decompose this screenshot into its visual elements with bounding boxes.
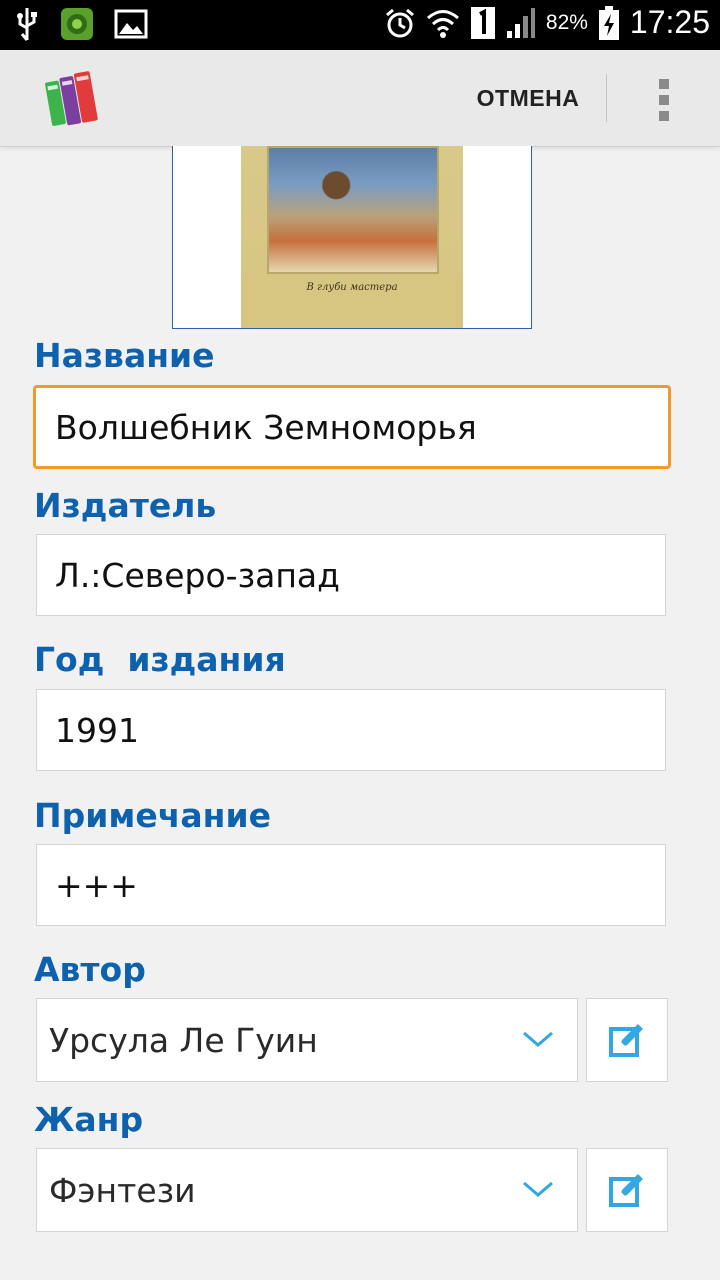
battery-charging-icon <box>598 5 620 41</box>
cover-illustration <box>267 146 439 274</box>
edit-author-button[interactable] <box>586 998 668 1082</box>
action-bar-divider <box>606 74 607 122</box>
title-label: Название <box>34 336 215 375</box>
overflow-menu-icon[interactable] <box>636 72 692 128</box>
genre-dropdown[interactable]: Фэнтези <box>36 1148 578 1232</box>
publisher-label: Издатель <box>34 486 217 525</box>
clock: 17:25 <box>629 4 710 40</box>
edit-genre-button[interactable] <box>586 1148 668 1232</box>
book-cover-image: В глуби мастера <box>241 146 463 328</box>
year-label: Год издания <box>34 640 286 679</box>
signal-icon <box>506 7 536 39</box>
genre-label: Жанр <box>34 1100 144 1139</box>
author-label: Автор <box>34 950 146 989</box>
note-field[interactable]: +++ <box>36 844 666 926</box>
book-cover-frame[interactable]: В глуби мастера <box>172 146 532 329</box>
wifi-icon <box>426 8 460 38</box>
cancel-button[interactable]: ОТМЕНА <box>458 50 598 146</box>
publisher-field[interactable]: Л.:Северо-запад <box>36 534 666 616</box>
app-notification-icon <box>60 7 94 41</box>
image-notification-icon <box>114 9 148 39</box>
year-field[interactable]: 1991 <box>36 689 666 771</box>
author-value: Урсула Ле Гуин <box>49 1020 318 1060</box>
sim-1-icon <box>470 6 496 40</box>
title-field[interactable]: Волшебник Земноморья <box>33 385 671 469</box>
alarm-icon <box>384 7 416 39</box>
books-logo-icon[interactable] <box>44 68 104 130</box>
author-dropdown[interactable]: Урсула Ле Гуин <box>36 998 578 1082</box>
edit-icon <box>609 1024 643 1057</box>
cover-caption: В глуби мастера <box>306 282 398 293</box>
action-bar: ОТМЕНА <box>0 50 720 147</box>
edit-icon <box>609 1174 643 1207</box>
usb-icon <box>14 6 40 42</box>
status-bar: 82% 17:25 <box>0 0 720 50</box>
chevron-down-icon <box>523 1031 553 1047</box>
note-label: Примечание <box>34 796 271 835</box>
battery-percent: 82% <box>545 10 588 34</box>
genre-value: Фэнтези <box>49 1170 196 1210</box>
chevron-down-icon <box>523 1181 553 1197</box>
